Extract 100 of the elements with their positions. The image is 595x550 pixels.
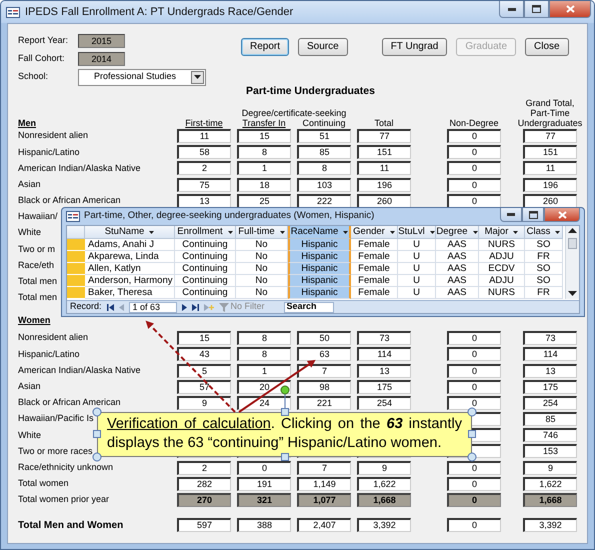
count-field[interactable]: 221 xyxy=(297,396,351,410)
count-field[interactable]: 0 xyxy=(447,460,501,475)
resize-handle[interactable] xyxy=(468,408,476,416)
count-field[interactable]: 0 xyxy=(447,347,501,362)
count-field[interactable]: 13 xyxy=(523,364,577,378)
count-field[interactable]: 151 xyxy=(523,145,577,160)
count-field[interactable]: 3,392 xyxy=(523,518,577,532)
count-field[interactable]: 8 xyxy=(237,347,291,362)
count-field[interactable]: 18 xyxy=(237,178,291,192)
count-field[interactable]: 57 xyxy=(177,380,231,394)
rotation-handle[interactable] xyxy=(280,386,290,410)
toolbar-button[interactable]: FT Ungrad xyxy=(382,38,448,56)
scrollbar[interactable] xyxy=(565,226,579,299)
column-header[interactable]: StuLvl xyxy=(398,226,436,239)
count-field[interactable]: 0 xyxy=(447,161,501,176)
count-field[interactable]: 0 xyxy=(447,194,501,208)
maximize-button[interactable] xyxy=(522,208,544,222)
column-header[interactable]: Gender xyxy=(351,226,398,239)
count-field[interactable]: 0 xyxy=(447,493,501,508)
count-field[interactable]: 15 xyxy=(237,129,291,144)
count-field[interactable]: 9 xyxy=(357,460,411,475)
count-field[interactable]: 2,407 xyxy=(297,518,351,532)
count-field[interactable]: 8 xyxy=(237,331,291,346)
count-field[interactable]: 0 xyxy=(447,129,501,144)
scroll-thumb[interactable] xyxy=(568,238,577,249)
count-field[interactable]: 77 xyxy=(357,129,411,144)
first-record-icon[interactable] xyxy=(106,304,114,310)
count-field[interactable]: 260 xyxy=(357,194,411,208)
column-header[interactable]: Enrollment xyxy=(175,226,236,239)
toolbar-button[interactable]: Source xyxy=(298,38,348,56)
count-field[interactable]: 73 xyxy=(523,331,577,346)
count-field[interactable]: 175 xyxy=(523,380,577,394)
count-field[interactable]: 2 xyxy=(177,460,231,475)
count-field[interactable]: 0 xyxy=(237,460,291,475)
resize-handle[interactable] xyxy=(468,452,476,462)
count-field[interactable]: 13 xyxy=(357,364,411,378)
count-field[interactable]: 98 xyxy=(297,380,351,394)
count-field[interactable]: 175 xyxy=(357,380,411,394)
count-field[interactable]: 15 xyxy=(177,331,231,346)
resize-handle[interactable] xyxy=(92,408,102,416)
count-field[interactable]: 0 xyxy=(447,518,501,532)
count-field[interactable]: 254 xyxy=(523,396,577,410)
school-dropdown[interactable]: Professional Studies xyxy=(78,68,206,86)
count-field[interactable]: 85 xyxy=(297,145,351,160)
count-field[interactable]: 1 xyxy=(237,364,291,378)
count-field[interactable]: 7 xyxy=(297,364,351,378)
count-field[interactable]: 153 xyxy=(523,444,577,458)
column-header[interactable]: RaceName xyxy=(288,226,351,239)
count-field[interactable]: 0 xyxy=(447,331,501,346)
scroll-up-icon[interactable] xyxy=(568,228,577,234)
count-field[interactable]: 151 xyxy=(357,145,411,160)
count-field[interactable]: 50 xyxy=(297,331,351,346)
count-field[interactable]: 2 xyxy=(177,161,231,176)
count-field[interactable]: 11 xyxy=(357,161,411,176)
count-field[interactable]: 270 xyxy=(177,493,231,508)
count-field[interactable]: 114 xyxy=(357,347,411,362)
last-record-icon[interactable] xyxy=(192,304,199,310)
resize-handle[interactable] xyxy=(281,408,289,416)
count-field[interactable]: 9 xyxy=(177,396,231,410)
resize-handle[interactable] xyxy=(92,452,102,462)
count-field[interactable]: 0 xyxy=(447,178,501,192)
count-field[interactable]: 1,668 xyxy=(357,493,411,508)
count-field[interactable]: 5 xyxy=(177,364,231,378)
column-header[interactable]: StuName xyxy=(85,226,175,239)
count-field[interactable]: 1,622 xyxy=(357,476,411,491)
count-field[interactable]: 222 xyxy=(297,194,351,208)
count-field[interactable]: 73 xyxy=(357,331,411,346)
count-field[interactable]: 24 xyxy=(237,396,291,410)
minimize-button[interactable] xyxy=(499,1,524,18)
count-field[interactable]: 0 xyxy=(447,145,501,160)
count-field[interactable]: 260 xyxy=(523,194,577,208)
count-field[interactable]: 103 xyxy=(297,178,351,192)
column-header[interactable]: Full-time xyxy=(236,226,288,239)
count-field[interactable]: 8 xyxy=(297,161,351,176)
count-field[interactable]: 75 xyxy=(177,178,231,192)
maximize-button[interactable] xyxy=(524,1,549,18)
count-field[interactable]: 85 xyxy=(523,412,577,426)
count-field[interactable]: 196 xyxy=(523,178,577,192)
count-field[interactable]: 1,668 xyxy=(523,493,577,508)
count-field[interactable]: 8 xyxy=(237,145,291,160)
count-field[interactable]: 1 xyxy=(237,161,291,176)
count-field[interactable]: 63 xyxy=(297,347,351,362)
column-header[interactable]: Major xyxy=(479,226,525,239)
scroll-down-icon[interactable] xyxy=(568,291,577,297)
toolbar-button[interactable]: Close xyxy=(525,38,569,56)
count-field[interactable]: 0 xyxy=(447,476,501,491)
count-field[interactable]: 196 xyxy=(357,178,411,192)
count-field[interactable]: 191 xyxy=(237,476,291,491)
toolbar-button[interactable]: Report xyxy=(241,38,290,56)
count-field[interactable]: 13 xyxy=(177,194,231,208)
count-field[interactable]: 25 xyxy=(237,194,291,208)
count-field[interactable]: 1,622 xyxy=(523,476,577,491)
count-field[interactable]: 0 xyxy=(447,396,501,410)
count-field[interactable]: 11 xyxy=(523,161,577,176)
close-button[interactable] xyxy=(544,208,580,222)
next-record-icon[interactable] xyxy=(182,304,187,310)
count-field[interactable]: 7 xyxy=(297,460,351,475)
count-field[interactable]: 254 xyxy=(357,396,411,410)
count-field[interactable]: 282 xyxy=(177,476,231,491)
count-field[interactable]: 11 xyxy=(177,129,231,144)
